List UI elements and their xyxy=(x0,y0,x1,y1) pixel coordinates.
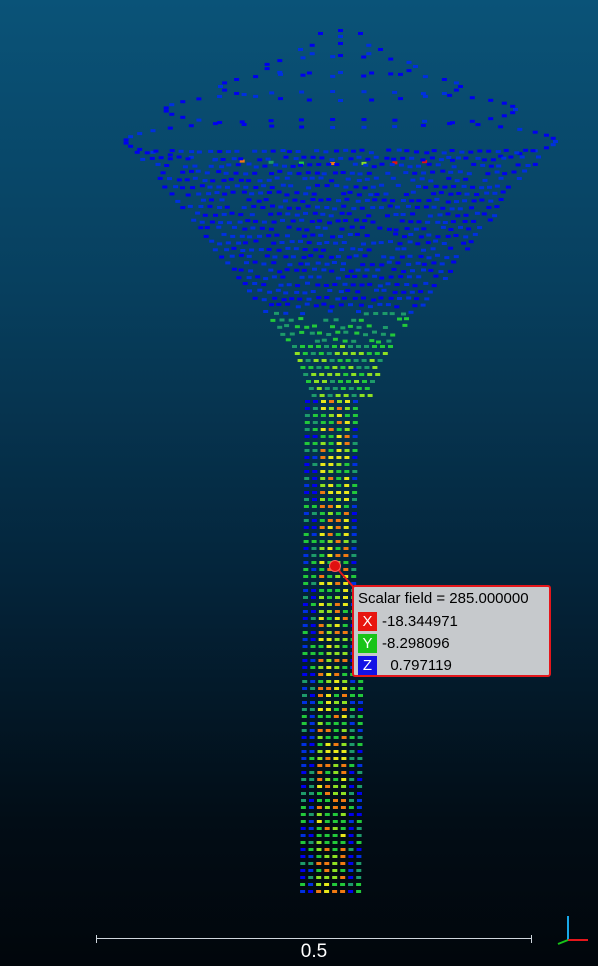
pick-leader-line xyxy=(333,564,357,591)
picked-point-marker[interactable] xyxy=(329,560,341,572)
scale-bar-label: 0.5 xyxy=(300,941,328,962)
z-coordinate-value: 0.797119 xyxy=(382,656,452,674)
xyz-axis-icon xyxy=(557,916,588,945)
coord-row-x: X -18.344971 xyxy=(358,610,546,632)
point-info-label[interactable]: Scalar field = 285.000000 X -18.344971 Y… xyxy=(352,585,551,677)
x-axis-label: X xyxy=(358,611,377,631)
y-coordinate-value: -8.298096 xyxy=(382,634,450,652)
scalar-field-value: Scalar field = 285.000000 xyxy=(358,590,529,607)
x-coordinate-value: -18.344971 xyxy=(382,612,458,630)
y-axis-label: Y xyxy=(358,633,377,653)
z-axis-label: Z xyxy=(358,655,377,675)
coord-row-z: Z 0.797119 xyxy=(358,654,546,676)
coord-row-y: Y -8.298096 xyxy=(358,632,546,654)
